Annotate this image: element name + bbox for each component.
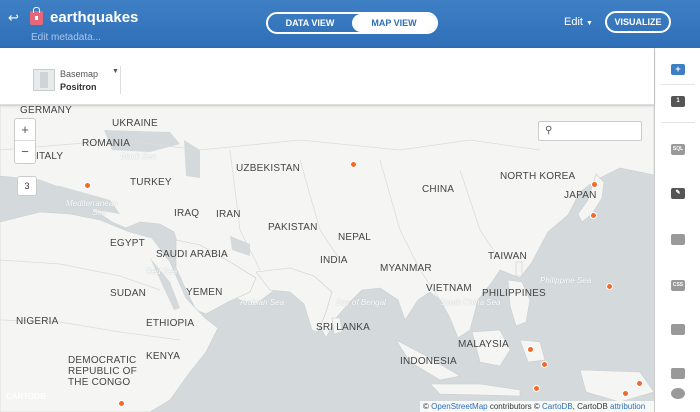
add-layer-icon[interactable]: + xyxy=(671,64,685,75)
earthquake-point[interactable] xyxy=(590,212,597,219)
earthquake-point[interactable] xyxy=(636,380,643,387)
right-tool-panel: + 1 SQL ✎ CSS xyxy=(654,48,700,412)
country-label: NIGERIA xyxy=(16,316,59,327)
country-label: SUDAN xyxy=(110,288,147,299)
edit-metadata-link[interactable]: Edit metadata... xyxy=(31,32,101,43)
infowindow-icon[interactable] xyxy=(671,234,685,245)
legend-icon[interactable] xyxy=(671,324,685,335)
attribution-text: , CartoDB xyxy=(572,402,611,411)
country-label: ROMANIA xyxy=(82,138,131,149)
earthquake-point[interactable] xyxy=(84,182,91,189)
divider xyxy=(120,66,121,94)
map-view-tab[interactable]: MAP VIEW xyxy=(352,14,436,32)
sea-label: Mediterranean xyxy=(66,199,118,208)
earthquake-point[interactable] xyxy=(591,181,598,188)
divider xyxy=(661,84,695,85)
zoom-level: 3 xyxy=(17,176,37,196)
basemap-value[interactable]: Positron xyxy=(60,82,97,92)
country-label: INDONESIA xyxy=(400,356,457,367)
country-label: CHINA xyxy=(422,184,455,195)
earthquake-point[interactable] xyxy=(350,161,357,168)
zoom-control: + − xyxy=(14,118,36,164)
sea-label: Sea xyxy=(92,208,107,217)
edit-menu[interactable]: Edit ▼ xyxy=(564,16,593,28)
top-header: ↩ earthquakes Edit metadata... DATA VIEW… xyxy=(0,0,700,48)
search-icon[interactable]: ⚲ xyxy=(545,125,552,136)
sql-icon[interactable]: SQL xyxy=(671,144,685,155)
attribution-text: contributors © xyxy=(487,402,542,411)
lock-icon[interactable] xyxy=(30,7,43,25)
earthquake-point[interactable] xyxy=(533,385,540,392)
openstreetmap-link[interactable]: OpenStreetMap xyxy=(431,402,487,411)
country-label: TURKEY xyxy=(130,177,172,188)
basemap-toolbar: Basemap Positron ▼ xyxy=(0,48,654,105)
country-label: YEMEN xyxy=(186,287,223,298)
country-label: VIETNAM xyxy=(426,283,472,294)
filter-icon[interactable] xyxy=(671,368,685,379)
map-search-input[interactable]: ⚲ xyxy=(538,121,642,141)
visualize-button[interactable]: VISUALIZE xyxy=(605,11,671,33)
country-label: REPUBLIC OF xyxy=(68,366,137,377)
zoom-out-button[interactable]: − xyxy=(15,141,35,163)
earthquake-point[interactable] xyxy=(622,390,629,397)
country-label: IRAN xyxy=(216,209,241,220)
back-arrow-icon[interactable]: ↩ xyxy=(8,10,19,26)
earthquake-point[interactable] xyxy=(527,346,534,353)
divider xyxy=(661,122,695,123)
earthquake-point[interactable] xyxy=(118,400,125,407)
basemap-label: Basemap xyxy=(60,69,99,79)
country-label: GERMANY xyxy=(20,105,72,116)
data-view-tab[interactable]: DATA VIEW xyxy=(268,14,352,32)
layer-1-icon[interactable]: 1 xyxy=(671,96,685,107)
country-label: ITALY xyxy=(36,151,64,162)
earthquake-point[interactable] xyxy=(606,283,613,290)
country-label: NEPAL xyxy=(338,232,372,243)
attribution-prefix: © xyxy=(423,402,429,411)
country-label: UZBEKISTAN xyxy=(236,163,301,174)
country-label: MYANMAR xyxy=(380,263,432,274)
country-label: UKRAINE xyxy=(112,118,158,129)
map-attribution: © OpenStreetMap contributors © CartoDB, … xyxy=(420,401,654,412)
country-label: NORTH KOREA xyxy=(500,171,576,182)
map-pin-icon[interactable] xyxy=(671,388,685,399)
view-toggle: DATA VIEW MAP VIEW xyxy=(266,12,438,34)
country-label: KENYA xyxy=(146,351,181,362)
country-label: JAPAN xyxy=(564,190,597,201)
sea-label: Black Sea xyxy=(120,152,157,161)
country-label: PAKISTAN xyxy=(268,222,318,233)
country-label: SAUDI ARABIA xyxy=(156,249,228,260)
edit-label: Edit xyxy=(564,16,583,28)
cartodb-link[interactable]: CartoDB xyxy=(542,402,573,411)
cartodb-logo: CARTODB xyxy=(6,392,46,401)
country-label: THE CONGO xyxy=(68,377,131,388)
country-label: TAIWAN xyxy=(488,251,527,262)
country-label: INDIA xyxy=(320,255,348,266)
earthquake-point[interactable] xyxy=(541,361,548,368)
css-icon[interactable]: CSS xyxy=(671,280,685,291)
sea-label: Red Sea xyxy=(146,267,178,276)
country-label: DEMOCRATIC xyxy=(68,355,137,366)
map-canvas[interactable]: GERMANY UKRAINE ROMANIA ITALY TURKEY IRA… xyxy=(0,105,654,412)
country-label: SRI LANKA xyxy=(316,322,371,333)
chevron-down-icon[interactable]: ▼ xyxy=(112,68,119,75)
sea-label: South China Sea xyxy=(440,298,501,307)
wizard-icon[interactable]: ✎ xyxy=(671,188,685,199)
country-label: MALAYSIA xyxy=(458,339,509,350)
basemap-thumbnail[interactable] xyxy=(33,69,55,91)
attribution-link[interactable]: attribution xyxy=(610,402,645,411)
sea-label: Philippine Sea xyxy=(540,276,592,285)
chevron-down-icon: ▼ xyxy=(586,20,593,27)
country-label: IRAQ xyxy=(174,208,200,219)
country-label: EGYPT xyxy=(110,238,145,249)
dataset-title[interactable]: earthquakes xyxy=(50,9,138,26)
country-label: ETHIOPIA xyxy=(146,318,195,329)
zoom-in-button[interactable]: + xyxy=(15,119,35,141)
sea-label: Arabian Sea xyxy=(240,298,285,307)
sea-label: Bay of Bengal xyxy=(336,298,386,307)
